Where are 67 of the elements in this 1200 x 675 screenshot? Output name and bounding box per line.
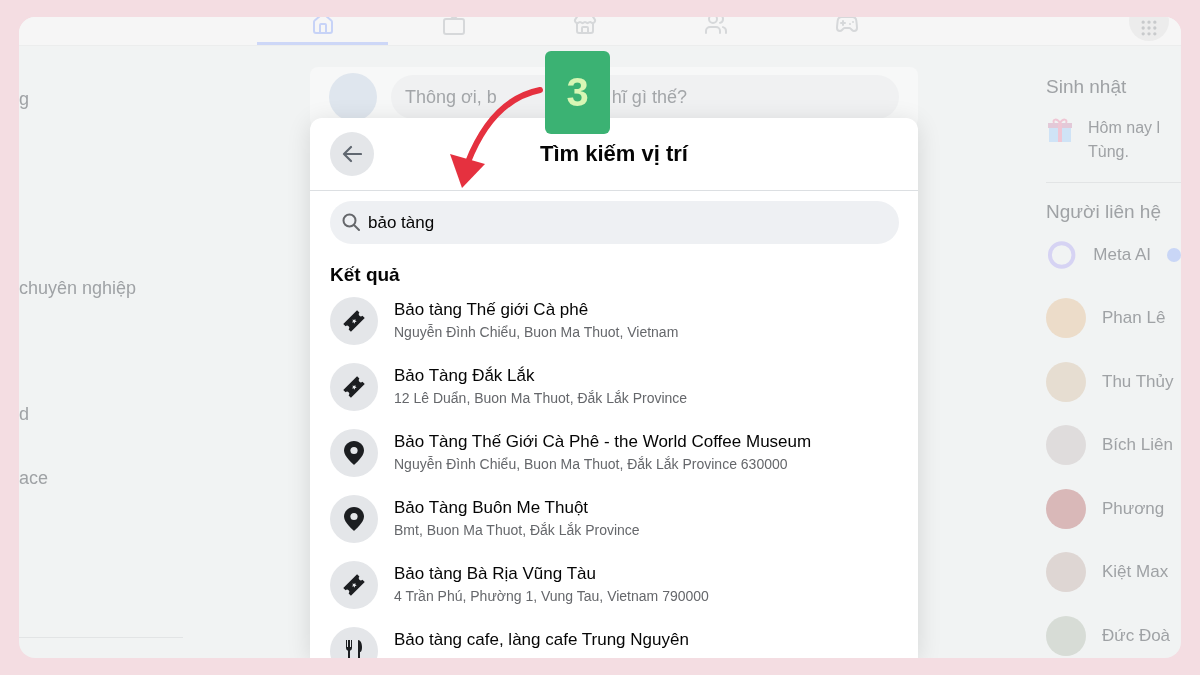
gift-icon (1046, 116, 1074, 144)
contact-name: Thu Thủy (1102, 371, 1174, 392)
contact-item[interactable]: Bích Liên (1046, 413, 1181, 477)
place-name: Bảo Tàng Đắk Lắk (394, 366, 536, 386)
result-item[interactable]: Bảo Tàng Đắk Lắk 12 Lê Duẩn, Buon Ma Thuot, Đắk Lắk Province (310, 354, 918, 420)
contact-name: Kiệt Max (1102, 562, 1169, 583)
place-address: 12 Lê Duẩn, Buon Ma Thuot, Đắk Lắk Province (394, 390, 688, 406)
search-icon (342, 213, 360, 231)
section-heading: Người liên hệ (1046, 201, 1162, 223)
utensils-icon (343, 639, 365, 658)
contact-item[interactable]: Phương (1046, 477, 1181, 541)
result-item[interactable]: Bảo tàng Bà Rịa Vũng Tàu 4 Trần Phú, Phường 1, Vung Tau, Vietnam 790000 (310, 552, 918, 618)
place-name: Bảo tàng Bà Rịa Vũng Tàu (394, 564, 597, 584)
contact-name: Phan Lê (1102, 308, 1166, 329)
ticket-icon (341, 374, 367, 400)
sidebar-item[interactable]: d (19, 402, 310, 426)
ticket-icon (341, 308, 367, 334)
search-field[interactable]: bảo tàng (330, 201, 899, 244)
contact-avatar (1046, 615, 1086, 656)
place-address: 4 Trần Phú, Phường 1, Vung Tau, Vietnam 790000 (394, 588, 709, 604)
place-address: Nguyễn Đình Chiểu, Buon Ma Thuot, Vietnam (394, 324, 679, 340)
back-button[interactable] (330, 132, 374, 176)
home-icon (310, 17, 335, 36)
store-icon (572, 17, 597, 36)
place-name: Bảo Tàng Buôn Me Thuột (394, 498, 590, 518)
contact-avatar (1046, 552, 1086, 593)
grid-icon (1139, 18, 1159, 38)
contact-item[interactable]: Phan Lê (1046, 286, 1181, 350)
contact-name: Bích Liên (1102, 435, 1173, 456)
sidebar-item[interactable]: chuyên nghiệp (19, 276, 310, 300)
contact-item[interactable]: Thu Thủy (1046, 350, 1181, 414)
contact-avatar (1046, 298, 1086, 339)
birthday-text: Tùng. (1088, 142, 1130, 162)
placeholder-text: hĩ gì thế? (611, 86, 687, 108)
placeholder-text: Thông ơi, b (405, 86, 497, 108)
birthday-text: Hôm nay l (1088, 118, 1161, 138)
step-number-badge: 3 (545, 51, 610, 134)
dialog-title: Tìm kiếm vị trí (540, 141, 688, 167)
map-pin-icon (343, 506, 365, 532)
section-heading: Sinh nhật (1046, 76, 1128, 98)
place-name: Bảo Tàng Thế Giới Cà Phê - the World Coffee Museum (394, 432, 812, 452)
video-icon (441, 17, 466, 36)
place-name: Bảo tàng Thế giới Cà phê (394, 300, 590, 320)
contact-item[interactable]: Meta AI (1046, 223, 1181, 287)
home-tab[interactable] (257, 17, 388, 45)
map-pin-icon (343, 440, 365, 466)
ticket-icon (341, 572, 367, 598)
contact-item[interactable]: Đức Đoà (1046, 604, 1181, 658)
contact-name: Đức Đoà (1102, 625, 1171, 646)
place-name: Bảo tàng cafe, làng cafe Trung Nguyên (394, 630, 689, 650)
result-item[interactable]: Bảo Tàng Buôn Me Thuột Bmt, Buon Ma Thuot, Đắk Lắk Province (310, 486, 918, 552)
contact-avatar (1046, 361, 1086, 402)
contact-name: Meta AI (1093, 244, 1151, 265)
avatar (329, 73, 377, 121)
back-arrow-icon (342, 145, 362, 163)
contact-name: Phương (1102, 498, 1165, 519)
result-item[interactable]: Bảo Tàng Thế Giới Cà Phê - the World Coffee Museum Nguyễn Đình Chiểu, Buon Ma Thuot, Đắk Lắk Province 630000 (310, 420, 918, 486)
section-title: Kết quả (330, 264, 401, 286)
sidebar-item[interactable]: g (19, 87, 310, 111)
contact-item[interactable]: Kiệt Max (1046, 540, 1181, 604)
result-item[interactable]: Bảo tàng Thế giới Cà phê Nguyễn Đình Chiểu, Buon Ma Thuot, Vietnam (310, 288, 918, 354)
sidebar-item[interactable]: ace (19, 466, 310, 490)
place-address: Nguyễn Đình Chiểu, Buon Ma Thuot, Đắk Lắk Province 630000 (394, 456, 789, 472)
result-item[interactable]: Bảo tàng cafe, làng cafe Trung Nguyên (310, 618, 918, 658)
contact-avatar (1046, 488, 1086, 529)
place-address: Bmt, Buon Ma Thuot, Đắk Lắk Province (394, 522, 640, 538)
users-icon (703, 17, 728, 36)
